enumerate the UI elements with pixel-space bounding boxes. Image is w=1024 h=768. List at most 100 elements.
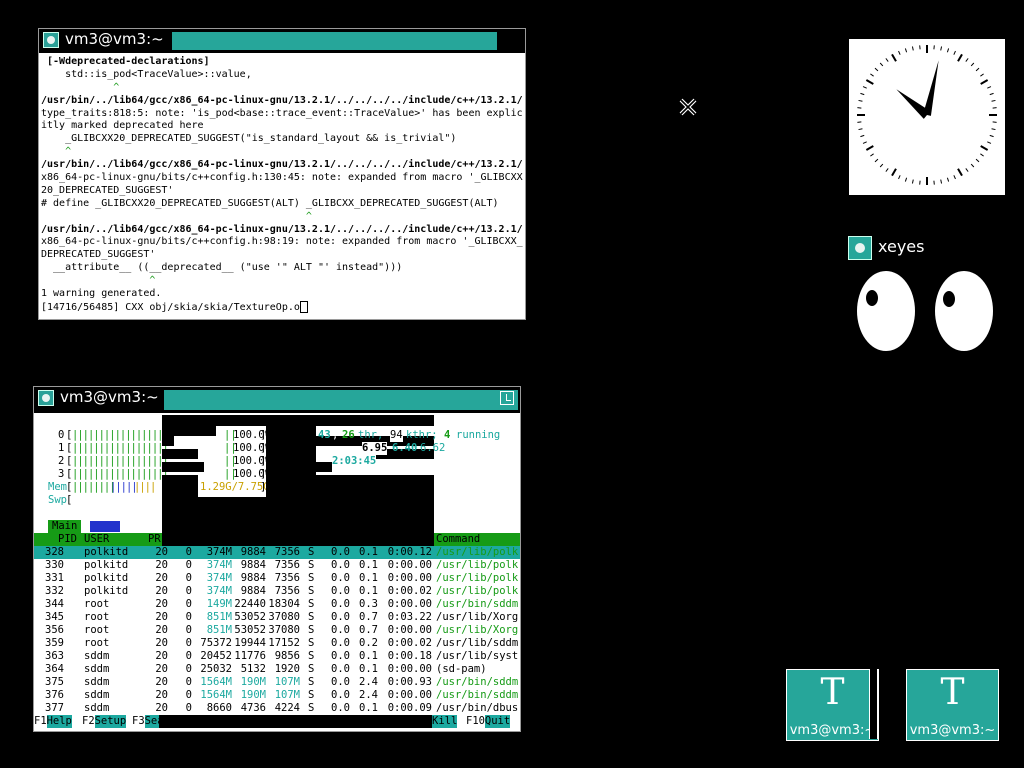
terminal-titlebar[interactable]: vm3@vm3:~: [34, 387, 520, 413]
xclock-window[interactable]: [849, 39, 1005, 195]
icon-label: vm3@vm3:~: [789, 723, 876, 738]
clock-tick: [953, 50, 956, 55]
titlebar-fill: [172, 32, 497, 50]
xeyes-window[interactable]: [852, 266, 1000, 356]
proc-time: 0:00.00: [387, 663, 432, 675]
clock-tick: [953, 175, 956, 180]
proc-shr: 107M: [274, 676, 300, 688]
proc-res: 19944: [234, 637, 266, 649]
proc-cpu: 0.0: [331, 637, 350, 649]
right-eye: [935, 271, 993, 351]
tab-io: [90, 521, 120, 532]
proc-mem: 0.1: [359, 650, 378, 662]
xeyes-titlebar[interactable]: xeyes: [848, 235, 1008, 261]
proc-cpu: 0.0: [331, 611, 350, 623]
kthreads-count: 94: [390, 429, 403, 442]
proc-user: sddm: [84, 702, 110, 714]
proc-mem: 0.1: [359, 559, 378, 571]
header-command: Command: [436, 533, 481, 545]
proc-pid: 363: [45, 650, 64, 662]
clock-tick: [870, 153, 874, 157]
proc-s: S: [308, 624, 315, 636]
clock-tick: [865, 79, 874, 85]
clock-tick: [874, 67, 879, 72]
proc-ni: 0: [185, 676, 192, 688]
proc-cmd: (sd-pam): [436, 663, 487, 675]
terminal-window-icon[interactable]: [38, 390, 54, 406]
proc-cpu: 0.0: [331, 676, 350, 688]
clock-tick: [980, 145, 989, 151]
cpu-bar: ||||||||||||||||||: [72, 455, 169, 467]
proc-time: 0:00.02: [387, 585, 432, 597]
clock-tick: [957, 168, 963, 177]
proc-time: 0:00.00: [387, 572, 432, 584]
proc-pri: 20: [155, 559, 168, 571]
proc-virt: 20452: [200, 650, 232, 662]
terminal-window-build[interactable]: vm3@vm3:~ [-Wdeprecated-declarations] st…: [38, 28, 526, 320]
proc-cmd: /usr/lib/polk: [436, 585, 519, 597]
clock-face: [857, 45, 997, 185]
xeyes-window-icon[interactable]: [848, 236, 872, 260]
proc-time: 0:00.93: [387, 676, 432, 688]
clock-tick: [911, 46, 914, 51]
fkey-2: F3: [132, 715, 145, 727]
proc-pri: 20: [155, 676, 168, 688]
proc-ni: 0: [185, 546, 192, 558]
titlebar-fill: [164, 390, 518, 410]
proc-shr: 18304: [268, 598, 300, 610]
running-label: running: [456, 429, 501, 441]
clock-tick: [975, 158, 980, 163]
iconified-terminal-2[interactable]: T vm3@vm3:~: [906, 669, 999, 741]
clock-tick: [965, 58, 969, 62]
proc-s: S: [308, 650, 315, 662]
proc-s: S: [308, 702, 315, 714]
proc-time: 0:00.12: [387, 546, 432, 558]
terminal-output[interactable]: [-Wdeprecated-declarations] std::is_pod<…: [41, 56, 523, 317]
proc-ni: 0: [185, 650, 192, 662]
htop-screen[interactable]: 0[|||||||||||||||||| || 100.0%] 1[|||||||||…: [34, 415, 520, 731]
terminal-line: 1 warning generated.: [41, 288, 162, 300]
uptime: 2:03:45: [332, 455, 377, 468]
proc-mem: 0.7: [359, 611, 378, 623]
clock-tick: [858, 99, 863, 102]
clock-tick: [987, 141, 992, 144]
terminal-line: 20_DEPRECATED_SUGGEST': [41, 184, 174, 196]
proc-time: 0:00.02: [387, 637, 432, 649]
proc-res: 9884: [240, 585, 266, 597]
proc-cmd: /usr/lib/sddm: [436, 637, 519, 649]
terminal-titlebar[interactable]: vm3@vm3:~: [39, 29, 525, 53]
proc-s: S: [308, 572, 315, 584]
clock-tick: [989, 134, 994, 138]
proc-s: S: [308, 585, 315, 597]
iconified-terminal-1[interactable]: T vm3@vm3:~: [786, 669, 879, 741]
maximize-icon[interactable]: [500, 391, 514, 405]
clock-tick: [946, 48, 950, 53]
proc-virt: 374M: [206, 572, 232, 584]
proc-shr: 1920: [274, 663, 300, 675]
proc-cmd: /usr/bin/sddm: [436, 689, 519, 701]
load-15: 6.62: [420, 442, 446, 454]
clock-tick: [991, 99, 996, 102]
proc-ni: 0: [185, 702, 192, 714]
render-glitch: [159, 715, 432, 728]
terminal-glyph-icon: T: [940, 672, 965, 713]
minute-hand: [923, 60, 939, 116]
render-glitch: [162, 533, 434, 546]
proc-cpu: 0.0: [331, 598, 350, 610]
terminal-window-icon[interactable]: [43, 32, 59, 48]
clock-tick: [904, 48, 908, 53]
proc-cmd: /usr/bin/sddm: [436, 598, 519, 610]
icon-label: vm3@vm3:~: [909, 723, 996, 738]
clock-tick: [904, 177, 908, 182]
cpu-label: 2: [58, 455, 65, 467]
fkey-4: F10: [466, 715, 485, 727]
proc-cmd: /usr/lib/polk: [436, 546, 519, 558]
render-glitch: [162, 462, 204, 472]
terminal-window-htop[interactable]: vm3@vm3:~ 0[|||||||||||||||||| || 100.0%] 1…: [33, 386, 521, 732]
proc-pid: 364: [45, 663, 64, 675]
proc-cpu: 0.0: [331, 689, 350, 701]
proc-pid: 359: [45, 637, 64, 649]
mem-label: Mem: [48, 481, 67, 493]
proc-virt: 374M: [206, 585, 232, 597]
proc-ni: 0: [185, 559, 192, 571]
